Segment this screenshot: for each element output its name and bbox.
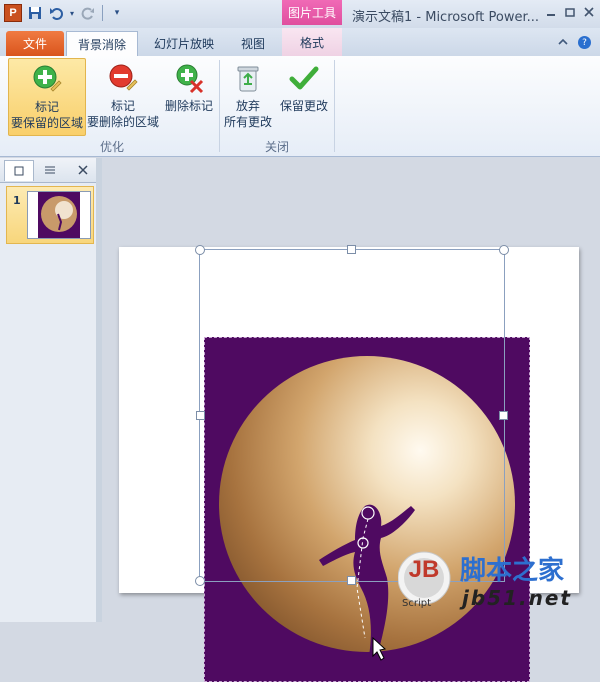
mark-remove-label-1: 标记: [110, 99, 135, 113]
tab-slideshow[interactable]: 幻灯片放映: [150, 31, 218, 56]
resize-handle-top[interactable]: [347, 245, 356, 254]
mark-keep-label-1: 标记: [34, 100, 59, 114]
title-bar: P ▾ ▾ 图片工具 演示文稿1 - Microsoft Power...: [0, 0, 600, 28]
keep-changes-label: 保留更改: [279, 99, 328, 113]
close-panel-icon[interactable]: [74, 160, 92, 180]
watermark-site-cn: 脚本之家: [460, 556, 565, 586]
discard-all-changes-button[interactable]: 放弃 所有更改: [222, 58, 274, 134]
delete-mark-button[interactable]: 删除标记: [162, 58, 216, 134]
tab-view[interactable]: 视图: [232, 31, 274, 56]
undo-dropdown-icon[interactable]: ▾: [69, 5, 75, 21]
delete-mark-label: 删除标记: [164, 99, 213, 113]
slides-tab-icon[interactable]: [4, 160, 34, 181]
checkmark-icon: [289, 66, 319, 90]
quick-access-toolbar: P ▾ ▾: [4, 4, 125, 22]
slides-panel: 1: [0, 158, 99, 622]
resize-handle-bottom[interactable]: [347, 576, 356, 585]
watermark: JB Script 脚本之家 jb51.net: [398, 540, 600, 622]
customize-qat-icon[interactable]: ▾: [109, 5, 125, 21]
watermark-logo: JB: [408, 556, 440, 583]
tab-background-removal[interactable]: 背景消除: [66, 31, 138, 57]
minimize-icon[interactable]: [544, 6, 558, 18]
redo-icon[interactable]: [80, 5, 96, 21]
close-icon[interactable]: [582, 6, 596, 18]
selection-frame: [199, 249, 505, 582]
window-title: 演示文稿1 - Microsoft Power...: [352, 10, 540, 25]
recycle-bin-icon: [237, 66, 259, 92]
delete-mark-icon: [176, 64, 204, 94]
resize-handle-top-left[interactable]: [195, 245, 205, 255]
plus-pencil-icon: [33, 65, 62, 92]
qat-divider: [102, 5, 103, 21]
group-label-close: 关闭: [264, 140, 289, 154]
ribbon-tab-bar: 文件 背景消除 幻灯片放映 视图 格式 ?: [0, 28, 600, 57]
resize-handle-right[interactable]: [499, 411, 508, 420]
resize-handle-bottom-left[interactable]: [195, 576, 205, 586]
undo-icon[interactable]: [48, 5, 64, 21]
ribbon: 标记 要保留的区域 标记 要删除的区域 删除标记 优化 放弃 所有更改 保留更改…: [0, 56, 600, 157]
slide-thumbnail-1[interactable]: 1: [6, 186, 94, 244]
resize-handle-left[interactable]: [196, 411, 205, 420]
mark-keep-label-2: 要保留的区域: [10, 116, 83, 130]
restore-icon[interactable]: [563, 6, 577, 18]
minus-pencil-icon: [109, 64, 138, 91]
slides-panel-tabs: [0, 158, 98, 183]
tab-file[interactable]: 文件: [6, 31, 64, 56]
save-icon[interactable]: [27, 5, 43, 21]
watermark-site-en: jb51.net: [462, 586, 572, 610]
help-icon[interactable]: ?: [578, 36, 591, 49]
keep-changes-button[interactable]: 保留更改: [276, 58, 332, 134]
group-divider-2: [334, 60, 335, 152]
group-divider: [219, 60, 220, 152]
discard-label-1: 放弃: [235, 99, 260, 113]
outline-tab-icon[interactable]: [36, 160, 64, 180]
mark-areas-to-remove-button[interactable]: 标记 要删除的区域: [86, 58, 160, 134]
minimize-ribbon-icon[interactable]: [558, 36, 568, 49]
powerpoint-app-icon[interactable]: P: [4, 4, 22, 22]
slide-number: 1: [13, 194, 21, 207]
discard-label-2: 所有更改: [223, 115, 272, 129]
group-label-refine: 优化: [99, 140, 124, 154]
mark-remove-label-2: 要删除的区域: [86, 115, 159, 129]
tab-format[interactable]: 格式: [282, 28, 342, 56]
mark-areas-to-keep-button[interactable]: 标记 要保留的区域: [8, 58, 86, 136]
picture-tools-header: 图片工具: [282, 0, 342, 25]
slide-thumbnail-image: [27, 191, 91, 239]
resize-handle-top-right[interactable]: [499, 245, 509, 255]
watermark-logo-sub: Script: [402, 598, 432, 609]
